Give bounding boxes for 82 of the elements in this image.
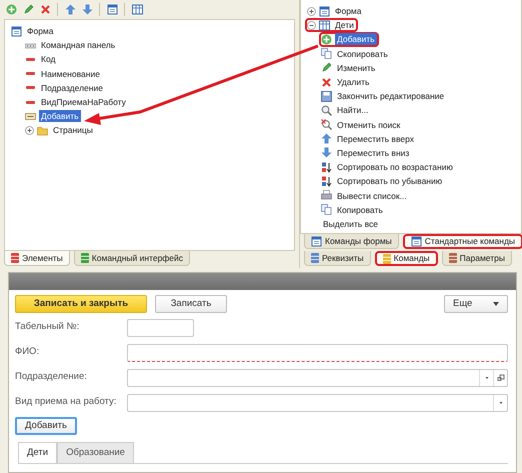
field-label: Подразделение: (15, 370, 88, 384)
panel-tab[interactable]: Командный интерфейс (74, 251, 190, 266)
search-cross-icon (321, 119, 332, 130)
tree-item[interactable]: Закончить редактирование (335, 90, 446, 102)
plus-circle-icon (321, 34, 332, 45)
tree-item[interactable]: Страницы (51, 124, 95, 136)
tree-item[interactable]: Выделить все (321, 218, 380, 230)
tree-item[interactable]: Командная панель (39, 39, 118, 52)
sort-icon (321, 176, 332, 187)
tree-item[interactable]: Удалить (335, 76, 372, 88)
save-close-button[interactable]: Записать и закрыть (15, 295, 147, 313)
add-button[interactable]: Добавить (15, 417, 77, 435)
tree-item[interactable]: Сортировать по убыванию (335, 175, 444, 188)
input-field[interactable] (127, 368, 508, 386)
floppy-icon (321, 90, 332, 102)
panel-tab[interactable]: Реквизиты (304, 251, 371, 266)
tree-item[interactable]: Добавить (335, 33, 377, 46)
search-icon (321, 104, 332, 116)
tree-item[interactable]: Добавить (39, 110, 81, 122)
field-label: Вид приема на работу: (15, 395, 118, 410)
more-button[interactable]: Еще (444, 295, 508, 313)
tab-label: Стандартные команды (424, 235, 516, 248)
tree-item[interactable]: Переместить вверх (335, 132, 416, 145)
cross-icon (321, 76, 332, 88)
pages-icon (321, 48, 332, 60)
table-icon (319, 20, 330, 31)
tree-item[interactable]: Найти... (335, 104, 370, 116)
delete-icon[interactable] (38, 2, 52, 16)
tab-label: Команды формы (325, 234, 392, 248)
move-up-icon[interactable] (63, 2, 77, 16)
form-icon (319, 6, 330, 17)
panel-tab[interactable]: Параметры (442, 251, 512, 266)
expand-icon[interactable] (307, 6, 316, 16)
panel-tab[interactable]: Стандартные команды (402, 234, 522, 250)
tree-item[interactable]: Вывести список... (335, 190, 409, 202)
pencil-icon (321, 62, 332, 74)
tab-label: Команды (394, 252, 430, 266)
window-icon (410, 236, 422, 248)
panel-tab[interactable]: Команды (374, 251, 438, 266)
arrow-up-icon (321, 133, 332, 144)
collapse-icon[interactable] (307, 20, 316, 30)
tree-item[interactable]: Форма (25, 25, 56, 38)
printer-icon (321, 190, 332, 202)
tree-item[interactable]: ВидПриемаНаРаботу (39, 96, 128, 108)
tree-item[interactable]: Скопировать (335, 48, 390, 60)
field-label: ФИО: (15, 345, 40, 360)
form-tab[interactable]: Образование (57, 442, 134, 463)
expand-icon[interactable] (25, 126, 34, 135)
caret-icon (493, 302, 499, 306)
tree-item[interactable]: Изменить (335, 62, 378, 74)
tree-item[interactable]: Форма (333, 5, 364, 18)
arrow-down-icon (321, 147, 332, 158)
open-button[interactable] (493, 370, 507, 386)
tree-item[interactable]: Код (39, 53, 58, 66)
tree-item[interactable]: Сортировать по возрастанию (335, 161, 455, 174)
window-icon (311, 236, 322, 247)
input-field[interactable] (127, 318, 194, 336)
pages-icon (321, 204, 332, 216)
add-icon[interactable] (4, 2, 18, 16)
input-field[interactable] (127, 344, 508, 362)
folder-icon (37, 124, 48, 136)
save-button[interactable]: Записать (155, 295, 227, 313)
tree-item[interactable]: Отменить поиск (335, 118, 402, 131)
tree-item[interactable]: Подразделение (39, 82, 105, 94)
sort-icon (321, 162, 332, 173)
tab-label: Реквизиты (322, 252, 364, 265)
panel-tab[interactable]: Элементы (4, 251, 70, 266)
tree-item[interactable]: Наименование (39, 68, 102, 80)
button-icon (25, 110, 36, 122)
move-down-icon[interactable] (80, 2, 94, 16)
windows-icon (496, 374, 504, 382)
field-label: Табельный №: (15, 320, 80, 334)
input-field[interactable] (127, 394, 508, 412)
tree-item[interactable]: Дети (333, 19, 356, 32)
tab-label: Командный интерфейс (92, 252, 184, 264)
tree-item[interactable]: Переместить вниз (335, 146, 412, 159)
tab-label: Параметры (460, 252, 505, 265)
panel-tab[interactable]: Команды формы (304, 234, 399, 250)
form-icon (11, 26, 22, 37)
tree-item[interactable]: Копировать (335, 204, 385, 216)
form-tab[interactable]: Дети (18, 442, 58, 463)
tab-label: Элементы (22, 252, 63, 264)
